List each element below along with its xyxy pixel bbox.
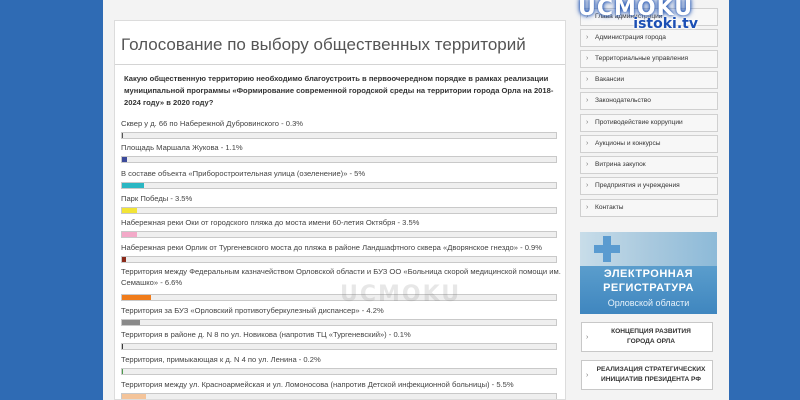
- chevron-right-icon: ›: [586, 55, 589, 62]
- poll-option-bar: [121, 393, 557, 399]
- promo-line: ГОРОДА ОРЛА: [627, 338, 675, 345]
- poll-title: Голосование по выбору общественных терри…: [121, 35, 526, 54]
- promo-line: ИНИЦИАТИВ ПРЕЗИДЕНТА РФ: [601, 376, 701, 383]
- chevron-right-icon: ›: [586, 76, 589, 83]
- poll-option-bar: [121, 368, 557, 375]
- poll-option-bar: [121, 294, 557, 301]
- poll-option-bar: [121, 319, 557, 326]
- poll-option-label: Набережная реки Оки от городского пляжа …: [121, 218, 420, 227]
- sidebar-item-procurement[interactable]: › Витрина закупок: [580, 156, 718, 174]
- poll-option-bar: [121, 132, 557, 139]
- sidebar-item-contacts[interactable]: › Контакты: [580, 199, 718, 217]
- chevron-right-icon: ›: [586, 161, 589, 168]
- poll-option-bar: [121, 231, 557, 238]
- poll-option-fill: [122, 133, 124, 138]
- sidebar-item-label: Вакансии: [595, 76, 625, 83]
- poll-option-fill: [122, 157, 127, 162]
- poll-option-label: В составе объекта «Приборостроительная у…: [121, 169, 366, 178]
- sidebar-item-auctions[interactable]: › Аукционы и конкурсы: [580, 135, 718, 153]
- sidebar-item-anticorruption[interactable]: › Противодействие коррупции: [580, 114, 718, 132]
- poll-option-fill: [122, 232, 138, 237]
- poll-option-fill: [122, 369, 124, 374]
- poll-question: Какую общественную территорию необходимо…: [124, 74, 554, 107]
- logo-sub: istoki.tv: [633, 16, 698, 32]
- chevron-right-icon: ›: [586, 372, 589, 379]
- sidebar-item-label: Администрация города: [595, 34, 666, 41]
- sidebar-item-enterprises[interactable]: › Предприятия и учреждения: [580, 177, 718, 195]
- poll-option-bar: [121, 156, 557, 163]
- poll-option-fill: [122, 208, 138, 213]
- sidebar-item-vacancies[interactable]: › Вакансии: [580, 71, 718, 89]
- chevron-right-icon: ›: [586, 140, 589, 147]
- channel-logo: UCMOKU istoki.tv: [578, 0, 718, 34]
- sidebar-item-label: Территориальные управления: [595, 55, 689, 62]
- sidebar-item-legislation[interactable]: › Законодательство: [580, 92, 718, 110]
- banner-photo: [580, 232, 717, 266]
- poll-option-bar: [121, 343, 557, 350]
- watermark: UCMOKU: [340, 282, 462, 307]
- chevron-right-icon: ›: [586, 204, 589, 211]
- sidebar-item-label: Контакты: [595, 204, 624, 211]
- concept-button[interactable]: › КОНЦЕПЦИЯ РАЗВИТИЯ ГОРОДА ОРЛА: [581, 322, 713, 352]
- poll-option-fill: [122, 344, 124, 349]
- poll-option-label: Набережная реки Орлик от Тургеневского м…: [121, 243, 543, 252]
- poll-option-label: Территория за БУЗ «Орловский противотубе…: [121, 306, 384, 315]
- sidebar-item-label: Противодействие коррупции: [595, 119, 683, 126]
- medical-cross-icon: [594, 236, 620, 262]
- divider: [115, 64, 565, 65]
- poll-option-label: Территория в районе д. N 8 по ул. Новико…: [121, 330, 411, 339]
- e-registry-banner[interactable]: ЭЛЕКТРОННАЯ РЕГИСТРАТУРА Орловской облас…: [580, 232, 717, 314]
- chevron-right-icon: ›: [586, 119, 589, 126]
- poll-option-fill: [122, 320, 141, 325]
- chevron-right-icon: ›: [586, 334, 589, 341]
- poll-option-bar: [121, 182, 557, 189]
- sidebar-item-label: Предприятия и учреждения: [595, 182, 680, 189]
- poll-option-bar: [121, 256, 557, 263]
- poll-option-bar: [121, 207, 557, 214]
- poll-panel: Голосование по выбору общественных терри…: [114, 20, 566, 400]
- initiatives-button[interactable]: › РЕАЛИЗАЦИЯ СТРАТЕГИЧЕСКИХ ИНИЦИАТИВ ПР…: [581, 360, 713, 390]
- poll-option-label: Территория, примыкающая к д. N 4 по ул. …: [121, 355, 321, 364]
- sidebar-item-territorial[interactable]: › Территориальные управления: [580, 50, 718, 68]
- banner-line: Орловской области: [607, 298, 690, 308]
- poll-option-label: Сквер у д. 66 по Набережной Дубровинског…: [121, 119, 304, 128]
- banner-line: ЭЛЕКТРОННАЯ: [603, 268, 694, 280]
- poll-option-label: Парк Победы - 3.5%: [121, 194, 193, 203]
- sidebar-item-label: Законодательство: [595, 97, 651, 104]
- sidebar-item-label: Витрина закупок: [595, 161, 646, 168]
- poll-option-label: Площадь Маршала Жукова - 1.1%: [121, 143, 243, 152]
- poll-option-fill: [122, 394, 146, 399]
- banner-line: РЕГИСТРАТУРА: [603, 282, 694, 294]
- chevron-right-icon: ›: [586, 97, 589, 104]
- promo-line: РЕАЛИЗАЦИЯ СТРАТЕГИЧЕСКИХ: [596, 366, 706, 373]
- poll-option-fill: [122, 183, 144, 188]
- chevron-right-icon: ›: [586, 182, 589, 189]
- sidebar-item-label: Аукционы и конкурсы: [595, 140, 661, 147]
- poll-option-fill: [122, 295, 151, 300]
- poll-option-fill: [122, 257, 126, 262]
- poll-option-label: Территория между ул. Красноармейская и у…: [121, 380, 514, 389]
- promo-line: КОНЦЕПЦИЯ РАЗВИТИЯ: [611, 328, 691, 335]
